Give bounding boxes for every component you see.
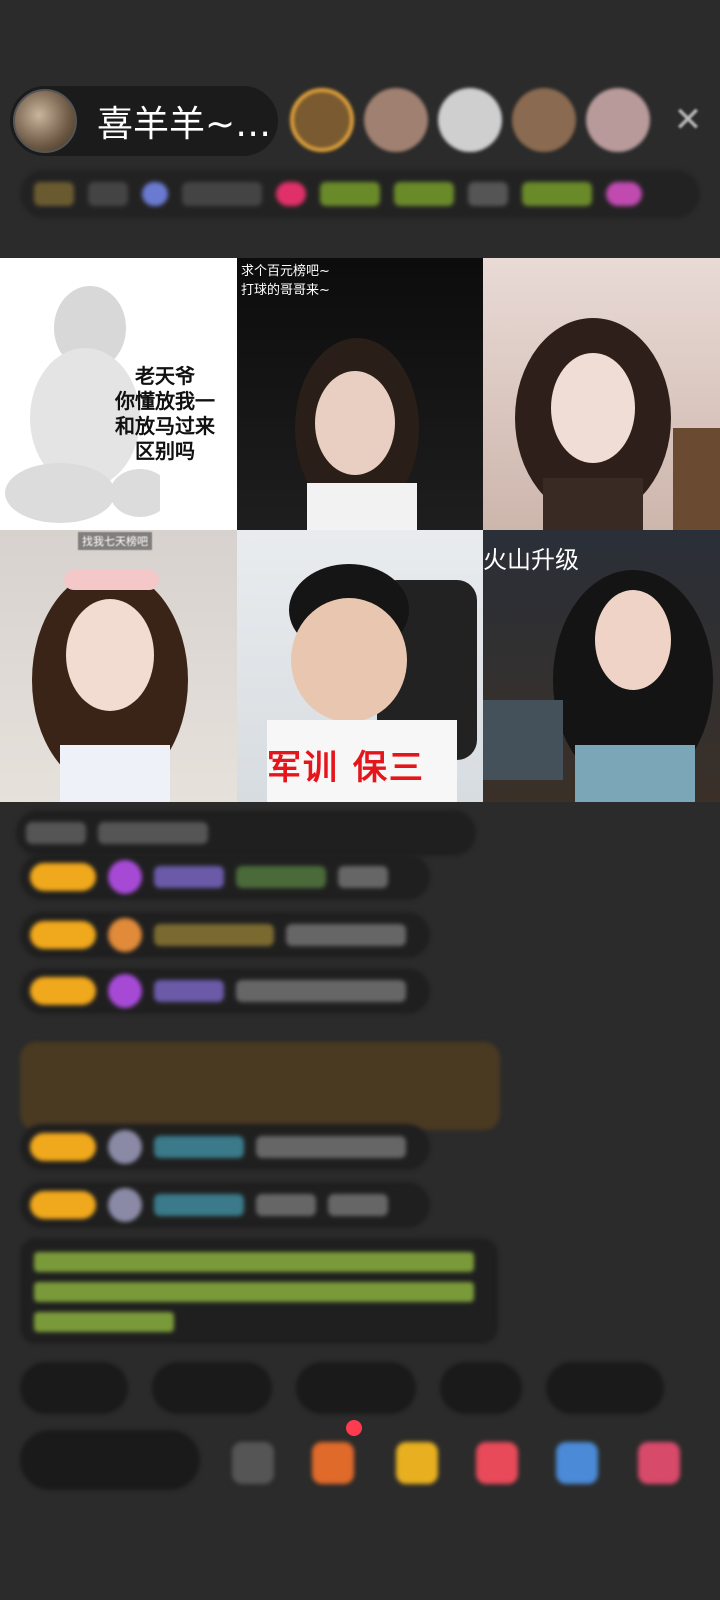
chat-message [20, 912, 430, 958]
meme-line: 老天爷 [135, 364, 195, 388]
avatar [108, 1188, 142, 1222]
chat-message [20, 1182, 430, 1228]
quick-replies [20, 1362, 664, 1414]
level-badge [30, 977, 96, 1005]
info-chip [468, 182, 508, 206]
video-grid: 老天爷 你懂放我一 和放马过来 区别吗 求个百元榜吧~ 打球的哥哥来~ 找我七天… [0, 258, 720, 802]
gift-icon[interactable] [396, 1442, 438, 1484]
notification-dot [346, 1420, 362, 1436]
info-chip [394, 182, 454, 206]
more-icon[interactable] [638, 1442, 680, 1484]
streamer-figure-icon [295, 338, 419, 530]
viewer-avatar[interactable] [364, 88, 428, 152]
diamond-icon [108, 974, 142, 1008]
info-chip [320, 182, 380, 206]
chat-message [20, 968, 430, 1014]
emoji-icon[interactable] [232, 1442, 274, 1484]
video-tile-5[interactable]: 军训 保三 [237, 530, 483, 802]
viewer-avatars [290, 88, 650, 152]
bottom-toolbar [20, 1420, 720, 1506]
rank-icon [142, 182, 168, 206]
gift-box-icon[interactable] [312, 1442, 354, 1484]
badge-icon [34, 182, 74, 206]
info-chip [182, 182, 262, 206]
announcement-message [20, 1238, 498, 1344]
gift-icon[interactable] [276, 182, 306, 206]
streamer-figure-icon [515, 318, 720, 530]
video-tile-6[interactable]: 火山升级 [483, 530, 720, 802]
live-room-screen: 喜羊羊~… ✕ 老天爷 你懂放我一 和放马过来 区别吗 求个百元榜吧~ 打球的哥… [0, 0, 720, 1600]
like-icon[interactable] [476, 1442, 518, 1484]
quick-reply-chip[interactable] [296, 1362, 416, 1414]
viewer-avatar[interactable] [512, 88, 576, 152]
quick-reply-chip[interactable] [152, 1362, 272, 1414]
streamer-figure-icon [32, 570, 188, 802]
video-tile-1[interactable]: 老天爷 你懂放我一 和放马过来 区别吗 [0, 258, 237, 530]
host-avatar[interactable] [13, 89, 77, 153]
host-name: 喜羊羊~… [97, 104, 272, 145]
meme-line: 区别吗 [135, 439, 195, 463]
room-info-bar[interactable] [20, 170, 700, 218]
host-info[interactable]: 喜羊羊~… [10, 86, 278, 156]
close-icon[interactable]: ✕ [668, 100, 708, 140]
chat-message [16, 810, 476, 856]
badge-icon [108, 918, 142, 952]
level-badge [30, 1191, 96, 1219]
meme-line: 你懂放我一 [115, 389, 215, 413]
video-tile-3[interactable] [483, 258, 720, 530]
video-tile-4[interactable]: 找我七天榜吧 [0, 530, 237, 802]
meme-line: 和放马过来 [115, 414, 215, 438]
share-icon[interactable] [556, 1442, 598, 1484]
system-message [20, 1042, 500, 1130]
chat-message [20, 1124, 430, 1170]
chat-input[interactable] [20, 1430, 200, 1490]
quick-reply-chip[interactable] [546, 1362, 664, 1414]
quick-reply-chip[interactable] [440, 1362, 522, 1414]
banner-text: 火山升级 [483, 546, 579, 574]
avatar [108, 1130, 142, 1164]
more-icon[interactable] [606, 182, 642, 206]
info-chip [88, 182, 128, 206]
viewer-avatar[interactable] [438, 88, 502, 152]
video-tile-2[interactable]: 求个百元榜吧~ 打球的哥哥来~ [237, 258, 483, 530]
meme-caption: 老天爷 你懂放我一 和放马过来 区别吗 [105, 364, 225, 464]
level-badge [30, 863, 96, 891]
diamond-icon [108, 860, 142, 894]
level-badge [30, 1133, 96, 1161]
viewer-avatar[interactable] [290, 88, 354, 152]
chat-message [20, 854, 430, 900]
viewer-avatar[interactable] [586, 88, 650, 152]
info-chip [522, 182, 592, 206]
level-badge [30, 921, 96, 949]
overlay-text: 军训 保三 [267, 748, 425, 788]
quick-reply-chip[interactable] [20, 1362, 128, 1414]
